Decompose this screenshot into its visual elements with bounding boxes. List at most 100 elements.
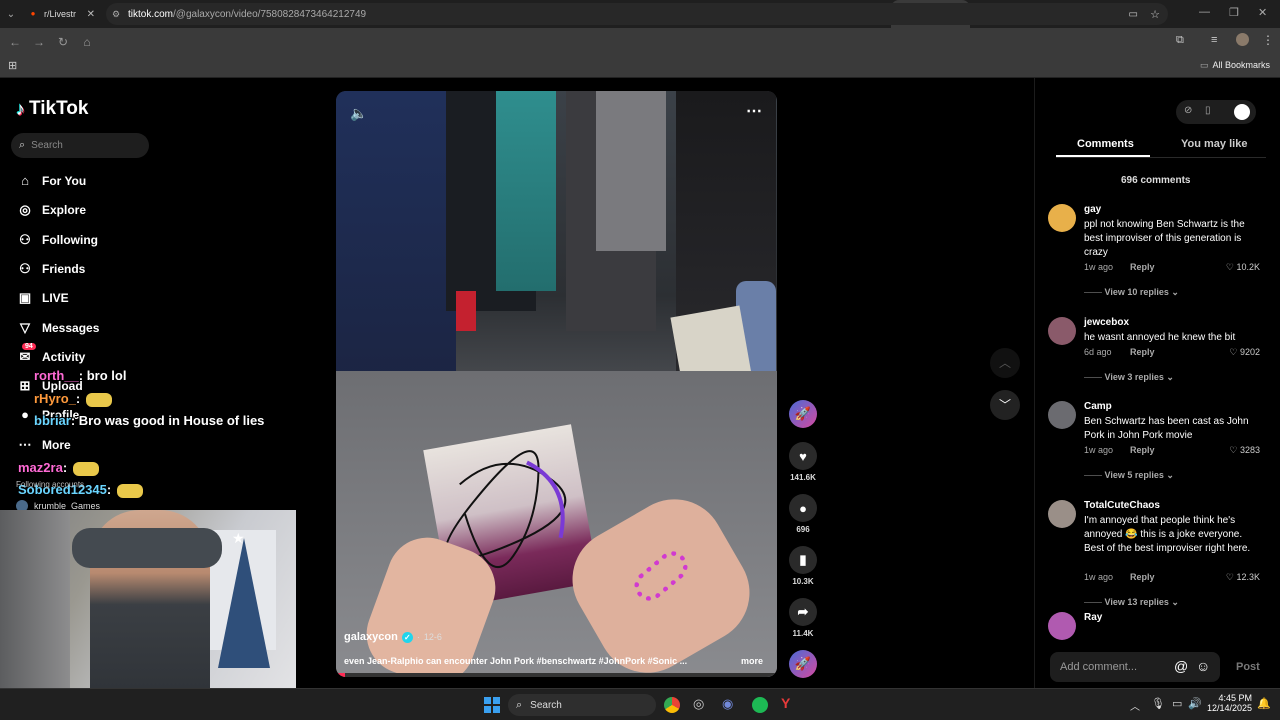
chrome-menu-icon[interactable]: ⋮ bbox=[1262, 33, 1274, 47]
view-replies-button[interactable]: —— View 10 replies ⌄ bbox=[1084, 287, 1179, 298]
comment-like-button[interactable]: ♡ 12.3K bbox=[1226, 572, 1260, 583]
minimize-icon[interactable]: — bbox=[1199, 6, 1210, 18]
dark-mode-toggle[interactable] bbox=[1234, 104, 1250, 120]
home-button-icon[interactable]: ⌂ bbox=[75, 35, 99, 49]
view-replies-button[interactable]: —— View 5 replies ⌄ bbox=[1084, 470, 1174, 481]
tab-comments[interactable]: Comments bbox=[1077, 138, 1134, 150]
sidebar-item-following[interactable]: ⚇ Following bbox=[16, 232, 98, 248]
emoji-icon[interactable]: ☺ bbox=[1196, 658, 1210, 674]
previous-video-button[interactable]: ︿ bbox=[990, 348, 1020, 378]
commenter-name[interactable]: TotalCuteChaos bbox=[1084, 500, 1160, 511]
sidebar-item-friends[interactable]: ⚇ Friends bbox=[16, 261, 85, 277]
sidebar-item-activity[interactable]: ✉ Activity 94 bbox=[16, 343, 85, 365]
teal-banner bbox=[496, 91, 556, 291]
next-video-button[interactable]: ﹀ bbox=[990, 390, 1020, 420]
caption-more-link[interactable]: more bbox=[741, 656, 763, 666]
spotify-taskbar-icon[interactable] bbox=[752, 697, 768, 713]
like-button[interactable]: ♥ 141.6K bbox=[788, 442, 818, 482]
discord-taskbar-icon[interactable]: ◉ bbox=[722, 696, 733, 712]
comment-time: 1w ago bbox=[1084, 445, 1114, 455]
clock[interactable]: 4:45 PM 12/14/2025 bbox=[1206, 693, 1252, 713]
clock-date: 12/14/2025 bbox=[1206, 703, 1252, 713]
network-icon[interactable]: ▭ bbox=[1172, 697, 1182, 710]
taskbar-search-icon: ⌕ bbox=[516, 698, 523, 711]
reload-icon[interactable]: ↻ bbox=[51, 35, 75, 49]
commenter-name[interactable]: gay bbox=[1084, 204, 1101, 215]
back-icon[interactable]: ← bbox=[3, 35, 27, 49]
media-controls-icon[interactable]: ≡ bbox=[1211, 34, 1217, 46]
commenter-avatar[interactable] bbox=[1048, 500, 1076, 528]
tab-you-may-like[interactable]: You may like bbox=[1181, 138, 1247, 150]
extensions-icon[interactable]: ⧉ bbox=[1176, 34, 1184, 47]
friends-icon: ⚇ bbox=[19, 261, 31, 276]
volume-tray-icon[interactable]: 🔊 bbox=[1188, 697, 1202, 710]
commenter-avatar[interactable] bbox=[1048, 204, 1076, 232]
bookmark-star-icon[interactable]: ☆ bbox=[1150, 8, 1160, 21]
apps-grid-icon[interactable]: ⊞ bbox=[8, 59, 17, 72]
comment-like-button[interactable]: ♡ 9202 bbox=[1229, 347, 1260, 358]
address-bar[interactable]: ⚙ tiktok.com/@galaxycon/video/7580828473… bbox=[106, 3, 1168, 25]
sidebar-item-more[interactable]: ⋯ More bbox=[16, 437, 71, 453]
all-bookmarks-button[interactable]: ▭ All Bookmarks bbox=[1200, 60, 1270, 71]
cast-icon[interactable]: ▭ bbox=[1129, 9, 1138, 20]
video-author[interactable]: galaxycon ✓ · 12-6 bbox=[344, 631, 442, 643]
chat-user: maz2ra bbox=[18, 460, 63, 475]
tab-close-icon[interactable]: ✕ bbox=[87, 9, 95, 20]
commenter-name[interactable]: Ray bbox=[1084, 612, 1102, 623]
tiktok-logo[interactable]: ♪ TikTok bbox=[16, 98, 88, 120]
commenter-avatar[interactable] bbox=[1048, 401, 1076, 429]
commenter-name[interactable]: Camp bbox=[1084, 401, 1112, 412]
view-replies-button[interactable]: —— View 13 replies ⌄ bbox=[1084, 597, 1179, 608]
reply-button[interactable]: Reply bbox=[1130, 572, 1155, 582]
reply-button[interactable]: Reply bbox=[1130, 445, 1155, 455]
reply-button[interactable]: Reply bbox=[1130, 347, 1155, 357]
share-button[interactable]: ➦ 11.4K bbox=[788, 598, 818, 638]
notifications-icon[interactable]: 🔔 bbox=[1257, 697, 1271, 710]
taskbar-search[interactable]: ⌕ Search bbox=[508, 694, 656, 716]
mention-icon[interactable]: @ bbox=[1174, 658, 1188, 674]
sidebar-item-explore[interactable]: ◎ Explore bbox=[16, 202, 86, 218]
view-replies-button[interactable]: —— View 3 replies ⌄ bbox=[1084, 372, 1174, 383]
music-disc-button[interactable]: 🚀 bbox=[788, 650, 818, 681]
post-button[interactable]: Post bbox=[1236, 661, 1260, 673]
app-taskbar-icon[interactable]: Y bbox=[781, 695, 790, 711]
microphone-icon[interactable]: 🎙 bbox=[1151, 697, 1165, 710]
video-progress[interactable] bbox=[336, 673, 777, 677]
comment-button[interactable]: ● 696 bbox=[788, 494, 818, 534]
browser-tab[interactable]: ● r/Livestr ✕ bbox=[22, 0, 101, 28]
maximize-icon[interactable]: ❐ bbox=[1229, 6, 1239, 19]
tab-list-icon[interactable]: ⌄ bbox=[0, 9, 22, 20]
author-avatar-button[interactable]: 🚀 bbox=[788, 400, 818, 431]
comment-like-button[interactable]: ♡ 3283 bbox=[1229, 445, 1260, 456]
chat-user: rorth__ bbox=[34, 368, 79, 383]
sidebar-item-live[interactable]: ▣ LIVE bbox=[16, 290, 69, 306]
add-comment-input[interactable]: Add comment... @ ☺ bbox=[1050, 652, 1220, 682]
sidebar-item-for-you[interactable]: ⌂ For You bbox=[16, 173, 86, 188]
reply-button[interactable]: Reply bbox=[1130, 262, 1155, 272]
more-icon: ⋯ bbox=[18, 437, 32, 452]
video-player[interactable]: 🔈 ⋯ galaxycon ✓ · 12-6 even Jean-Ralphio… bbox=[336, 91, 777, 677]
commenter-name[interactable]: jewcebox bbox=[1084, 317, 1129, 328]
sidebar-item-messages[interactable]: ▽ Messages bbox=[16, 320, 99, 336]
save-button[interactable]: ▮ 10.3K bbox=[788, 546, 818, 586]
site-info-icon[interactable]: ⚙ bbox=[112, 9, 120, 20]
comment-like-button[interactable]: ♡ 10.2K bbox=[1226, 262, 1260, 273]
commenter-avatar[interactable] bbox=[1048, 317, 1076, 345]
volume-icon[interactable]: 🔈 bbox=[350, 105, 367, 122]
compass-icon: ◎ bbox=[19, 202, 31, 217]
mini-player-icon[interactable]: ▯ bbox=[1205, 105, 1211, 116]
forward-icon[interactable]: → bbox=[27, 35, 51, 49]
profile-avatar[interactable] bbox=[1236, 33, 1249, 46]
windows-start-icon[interactable] bbox=[484, 697, 500, 713]
more-options-icon[interactable]: ⋯ bbox=[746, 101, 762, 121]
tray-chevron-icon[interactable]: ︿ bbox=[1130, 698, 1140, 713]
search-input[interactable]: ⌕ Search bbox=[11, 133, 149, 158]
heart-outline-icon: ♡ bbox=[1229, 445, 1240, 455]
obs-taskbar-icon[interactable]: ◎ bbox=[693, 696, 704, 712]
close-window-icon[interactable]: ✕ bbox=[1258, 6, 1267, 19]
notification-badge: 94 bbox=[22, 343, 36, 350]
commenter-avatar[interactable] bbox=[1048, 612, 1076, 640]
autoscroll-icon[interactable]: ⊘ bbox=[1184, 105, 1192, 116]
chrome-taskbar-icon[interactable] bbox=[664, 697, 680, 713]
video-caption: even Jean-Ralphio can encounter John Por… bbox=[344, 656, 688, 666]
